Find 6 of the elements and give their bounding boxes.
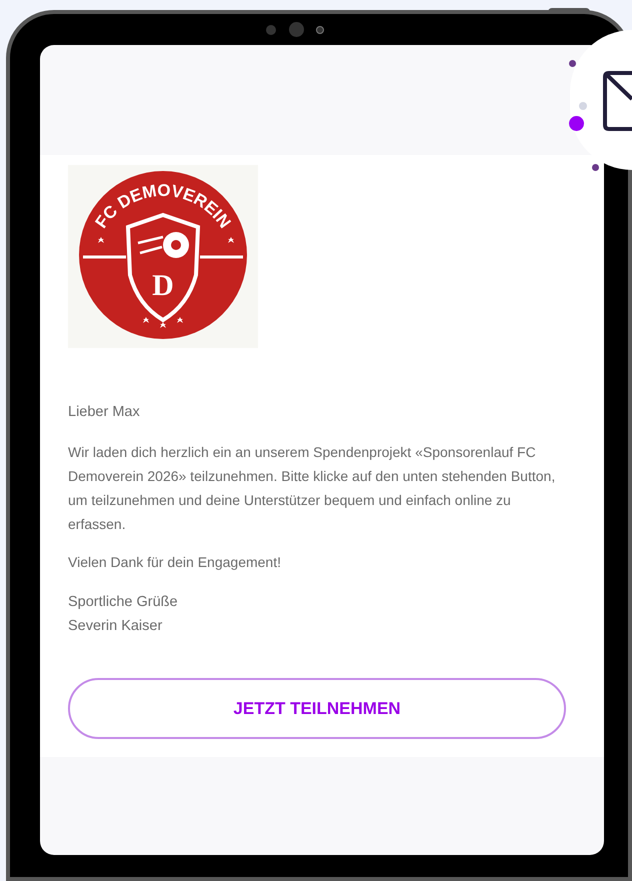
body-paragraph: Vielen Dank für dein Engagement! <box>68 552 282 572</box>
greeting-text: Lieber Max <box>68 403 141 422</box>
signature-line: Sportliche Grüße <box>68 592 179 612</box>
body-paragraph: Wir laden dich herzlich ein an unserem Spendenprojekt «Sponsorenlauf FC Demoverein 2026» teilzunehmen. Bitte klicke auf den unten stehenden Button, um teilzunehmen und deine Unterstützer bequem und einfach online zu erfassen. <box>68 442 556 534</box>
signature-line: Severin Kaiser <box>68 616 164 636</box>
join-button[interactable]: JETZT TEILNEHMEN <box>68 678 566 739</box>
